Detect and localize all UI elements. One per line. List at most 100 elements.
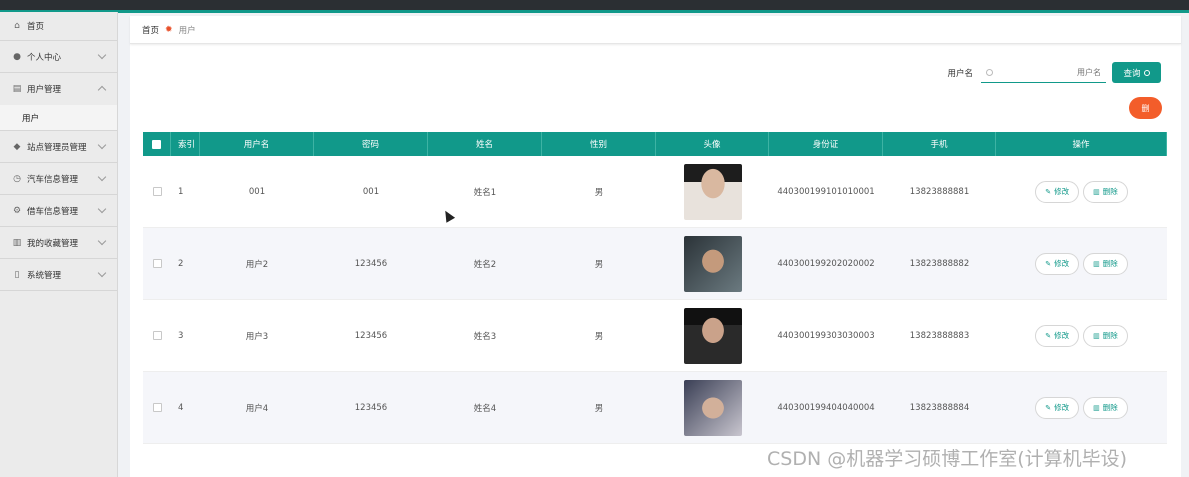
cell-username: 用户4: [245, 403, 269, 414]
row-check-cell: [143, 372, 171, 443]
sidebar-item-label: 我的收藏管理: [27, 238, 79, 249]
sidebar-item-system[interactable]: ▯ 系统管理: [0, 259, 117, 291]
clipboard-icon: ▤: [12, 84, 22, 94]
cell-name: 姓名4: [473, 403, 497, 414]
edit-label: 修改: [1054, 259, 1070, 268]
sidebar-item-home[interactable]: ⌂ 首页: [0, 12, 117, 41]
edit-button[interactable]: ✎ 修改: [1035, 396, 1080, 419]
bank-icon: ▥: [12, 237, 22, 248]
search-icon: [1143, 69, 1150, 76]
sidebar-item-label: 个人中心: [27, 52, 62, 63]
avatar[interactable]: [683, 379, 742, 436]
edit-button[interactable]: ✎ 修改: [1035, 252, 1080, 275]
row-checkbox[interactable]: [152, 187, 162, 196]
breadcrumb: 首页 ✹ 用户: [130, 16, 1181, 44]
cell-avatar: [656, 228, 769, 299]
cell-avatar: [656, 156, 769, 227]
breadcrumb-home[interactable]: 首页: [142, 24, 159, 36]
clock-icon: ◷: [13, 173, 21, 184]
chevron-down-icon: [97, 268, 107, 278]
settings-icon: ⚙: [12, 205, 22, 216]
sidebar: ⌂ 首页 ● 个人中心 ▤ 用户管理 用户 ◆ 站点管理员管理 ◷ 汽车信息管理…: [0, 12, 118, 477]
select-all-checkbox[interactable]: [152, 139, 161, 149]
edit-icon: ✎: [1045, 331, 1052, 340]
sidebar-item-user-management[interactable]: ▤ 用户管理: [0, 73, 117, 105]
row-checkbox[interactable]: [152, 403, 162, 412]
header-name: 姓名: [428, 132, 542, 156]
delete-label: 删除: [1102, 187, 1118, 196]
edit-label: 修改: [1054, 403, 1070, 412]
chevron-down-icon: [97, 236, 107, 246]
cell-actions: ✎ 修改 ▥ 删除: [996, 228, 1167, 299]
cell-actions: ✎ 修改 ▥ 删除: [996, 372, 1167, 443]
table-header: 索引 用户名 密码 姓名 性别 头像 身份证 手机 操作: [143, 132, 1167, 156]
search-bar: 用户名 查询: [947, 62, 1161, 83]
main-content: 首页 ✹ 用户 用户名 查询 删 索引 用户名 密码 姓名 性别 头像 身份证 …: [130, 16, 1181, 477]
flame-icon: ✹: [165, 24, 173, 35]
chevron-down-icon: [97, 50, 107, 60]
cell-gender: 男: [594, 331, 604, 342]
trash-icon: 删: [1141, 103, 1150, 113]
chevron-down-icon: [97, 140, 107, 150]
cell-name: 姓名3: [473, 331, 497, 342]
sidebar-item-label: 用户管理: [27, 85, 62, 95]
select-all-cell: [143, 132, 171, 156]
cell-avatar: [656, 372, 769, 443]
header-gender: 性别: [542, 132, 656, 156]
row-checkbox[interactable]: [152, 331, 162, 340]
sidebar-item-label: 借车信息管理: [27, 206, 79, 217]
search-button[interactable]: 查询: [1112, 62, 1161, 83]
delete-button[interactable]: ▥ 删除: [1083, 252, 1128, 275]
trash-icon: ▥: [1093, 187, 1100, 196]
header-username: 用户名: [200, 132, 314, 156]
phone-icon: ▯: [14, 269, 20, 280]
edit-label: 修改: [1054, 187, 1070, 196]
sidebar-subitem-users[interactable]: 用户: [0, 105, 117, 131]
top-accent-line: [0, 10, 1189, 13]
sidebar-item-car-info[interactable]: ◷ 汽车信息管理: [0, 163, 117, 195]
cell-avatar: [656, 300, 769, 371]
avatar[interactable]: [683, 235, 742, 292]
avatar[interactable]: [683, 163, 742, 220]
breadcrumb-current: 用户: [178, 25, 196, 36]
top-bar: [0, 0, 1189, 13]
cell-index: 4: [178, 402, 184, 413]
header-avatar: 头像: [656, 132, 769, 156]
row-checkbox[interactable]: [152, 259, 162, 268]
cell-username: 用户2: [245, 259, 269, 270]
sidebar-item-label: 首页: [27, 22, 45, 32]
cell-phone: 13823888884: [909, 402, 970, 413]
sidebar-item-borrow-info[interactable]: ⚙ 借车信息管理: [0, 195, 117, 227]
edit-button[interactable]: ✎ 修改: [1035, 324, 1080, 347]
cell-id-card: 440300199202020002: [777, 258, 875, 269]
sidebar-item-favorites[interactable]: ▥ 我的收藏管理: [0, 227, 117, 259]
delete-label: 删除: [1102, 259, 1118, 268]
delete-button[interactable]: ▥ 删除: [1083, 324, 1128, 347]
cell-phone: 13823888883: [909, 330, 970, 341]
delete-button[interactable]: ▥ 删除: [1083, 180, 1128, 203]
sidebar-item-label: 站点管理员管理: [27, 142, 87, 153]
delete-button[interactable]: ▥ 删除: [1083, 396, 1128, 419]
watermark: CSDN @机器学习硕博工作室(计算机毕设): [767, 448, 1128, 470]
table-row: 3 用户3 123456 姓名3 男 440300199303030003 13…: [143, 300, 1167, 372]
header-actions: 操作: [996, 132, 1167, 156]
row-check-cell: [143, 228, 171, 299]
cell-phone: 13823888881: [909, 186, 970, 197]
bulk-delete-button[interactable]: 删: [1129, 97, 1162, 119]
edit-icon: ✎: [1045, 403, 1052, 412]
search-icon: [986, 68, 993, 76]
location-icon: ◆: [13, 141, 21, 152]
cell-password: 123456: [354, 402, 388, 413]
chevron-up-icon: [97, 85, 107, 95]
search-input[interactable]: [999, 67, 1101, 77]
cell-gender: 男: [594, 403, 604, 414]
sidebar-item-profile[interactable]: ● 个人中心: [0, 41, 117, 73]
edit-button[interactable]: ✎ 修改: [1035, 180, 1080, 203]
chevron-down-icon: [97, 204, 107, 214]
edit-icon: ✎: [1045, 187, 1052, 196]
sidebar-item-site-admin[interactable]: ◆ 站点管理员管理: [0, 131, 117, 163]
sidebar-item-label: 系统管理: [27, 270, 62, 281]
header-phone: 手机: [883, 132, 996, 156]
cell-actions: ✎ 修改 ▥ 删除: [996, 300, 1167, 371]
avatar[interactable]: [683, 307, 742, 364]
